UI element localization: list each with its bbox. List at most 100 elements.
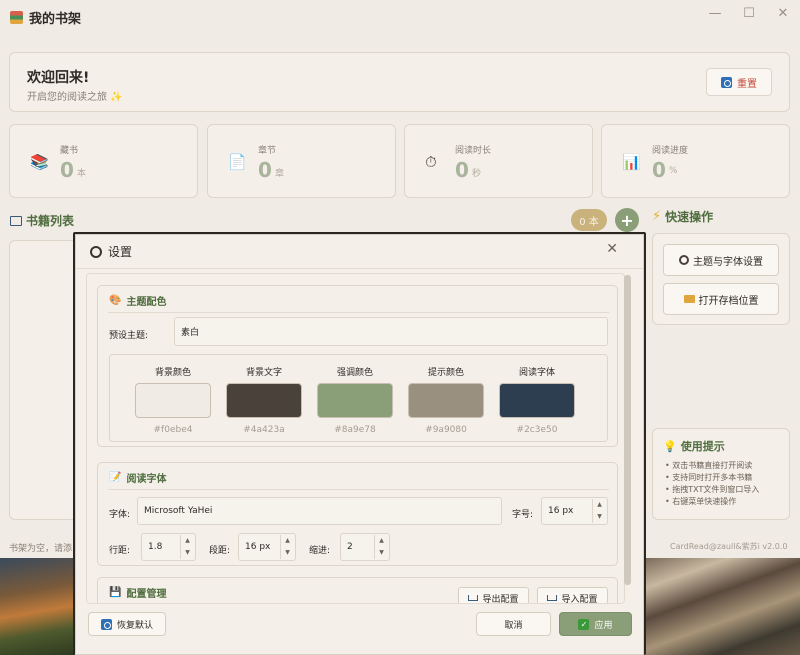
reset-icon [721, 76, 732, 88]
swatch-hex: #8a9e78 [334, 425, 376, 435]
divider [108, 312, 609, 313]
close-window-icon[interactable]: ✕ [776, 6, 790, 21]
spinner-arrows-icon[interactable]: ▲ ▼ [180, 535, 194, 559]
add-book-button[interactable]: + [615, 208, 639, 232]
indent-spinner[interactable]: 2 ▲ ▼ [340, 533, 390, 561]
window-controls: — ☐ ✕ [708, 6, 790, 21]
font-label: 字体: [109, 510, 131, 520]
stat-label: 阅读时长 [455, 146, 492, 156]
stat-card-reading-time: ⏱ 阅读时长 0 秒 [404, 124, 593, 198]
line-spacing-value: 1.8 [148, 542, 163, 552]
dialog-title: 设置 [108, 245, 133, 259]
vertical-scrollbar[interactable] [624, 275, 631, 585]
stat-unit: % [669, 166, 678, 176]
tip-item: 右键菜单快速操作 [665, 496, 759, 508]
spinner-arrows-icon[interactable]: ▲ ▼ [374, 535, 388, 559]
minimize-icon[interactable]: — [708, 6, 722, 21]
books-app-icon [10, 10, 23, 24]
reading-font-section: 📝 阅读字体 字体: Microsoft YaHei 字号: 16 px ▲ ▼ … [97, 462, 618, 566]
checkmark-icon: ✓ [578, 618, 590, 630]
section-header: 🎨 主题配色 [109, 293, 166, 308]
stat-label: 藏书 [60, 146, 79, 156]
stat-value: 0 [652, 158, 666, 182]
quick-actions-panel: 主题与字体设置 打开存档位置 [652, 233, 790, 325]
line-spacing-label: 行距: [109, 546, 131, 556]
tips-list: 双击书籍直接打开阅读 支持同时打开多本书籍 拖拽TXT文件到窗口导入 右键菜单快… [665, 460, 759, 508]
memo-icon: 📝 [109, 472, 122, 483]
welcome-title: 欢迎回来! [27, 70, 90, 86]
status-text: 书架为空，请添 [9, 544, 73, 554]
color-picker-background[interactable] [135, 383, 211, 418]
paragraph-spacing-spinner[interactable]: 16 px ▲ ▼ [238, 533, 296, 561]
section-header: 💾 配置管理 [109, 585, 166, 600]
indent-label: 缩进: [309, 546, 331, 556]
export-config-button[interactable]: 导出配置 [458, 587, 529, 604]
quick-actions-title: 快速操作 [665, 210, 714, 224]
book-count-badge: 0 本 [571, 209, 607, 231]
import-config-button[interactable]: 导入配置 [537, 587, 608, 604]
reset-label: 重置 [737, 78, 757, 90]
settings-dialog: 设置 ✕ 🎨 主题配色 预设主题: 素白 背景颜色 #f0ebe4 背景文字 #… [75, 234, 644, 655]
theme-font-settings-button[interactable]: 主题与字体设置 [663, 244, 779, 276]
stat-label: 章节 [258, 146, 277, 156]
apply-label: 应用 [594, 620, 613, 631]
swatch-label: 背景颜色 [154, 368, 191, 378]
spinner-arrows-icon[interactable]: ▲ ▼ [592, 499, 606, 523]
color-picker-hint[interactable] [408, 383, 484, 418]
import-label: 导入配置 [561, 594, 598, 604]
gear-icon [679, 255, 689, 265]
swatch-hex: #4a423a [243, 425, 285, 435]
color-picker-text[interactable] [226, 383, 302, 418]
restore-defaults-button[interactable]: 恢复默认 [88, 612, 166, 636]
swatch-label: 强调颜色 [336, 368, 373, 378]
open-book-icon [10, 215, 22, 226]
tip-item: 拖拽TXT文件到窗口导入 [665, 484, 759, 496]
document-icon: 📄 [228, 153, 247, 171]
restore-icon [100, 618, 112, 630]
window-title: 我的书架 [29, 11, 82, 27]
font-size-value: 16 px [548, 506, 574, 516]
maximize-icon[interactable]: ☐ [742, 6, 756, 21]
font-size-spinner[interactable]: 16 px ▲ ▼ [541, 497, 608, 525]
stat-label: 阅读进度 [652, 146, 689, 156]
book-list-header: 书籍列表 [10, 212, 74, 229]
stat-value: 0 [258, 158, 272, 182]
stat-unit: 秒 [472, 169, 482, 179]
swatch-hex: #2c3e50 [516, 425, 558, 435]
section-title: 配置管理 [126, 589, 167, 600]
apply-button[interactable]: ✓ 应用 [559, 612, 632, 636]
preset-theme-label: 预设主题: [109, 331, 149, 341]
color-picker-reading-font[interactable] [499, 383, 575, 418]
book-list-title: 书籍列表 [26, 214, 75, 228]
dialog-header: 设置 [90, 243, 132, 260]
reset-button[interactable]: 重置 [706, 68, 772, 96]
gear-icon [90, 245, 102, 258]
open-archive-folder-button[interactable]: 打开存档位置 [663, 283, 779, 315]
cancel-button[interactable]: 取消 [476, 612, 551, 636]
lightning-icon: ⚡ [652, 209, 662, 224]
export-label: 导出配置 [482, 594, 519, 604]
close-icon[interactable]: ✕ [606, 241, 618, 257]
title-bar: 我的书架 — ☐ ✕ [0, 0, 800, 34]
swatch-hex: #9a9080 [425, 425, 467, 435]
stat-card-chapters: 📄 章节 0 章 [207, 124, 396, 198]
welcome-card: 欢迎回来! 开启您的阅读之旅 ✨ 重置 [9, 52, 790, 112]
lightbulb-icon: 💡 [663, 439, 677, 453]
credits-version: CardRead@zaull&紫苏i v2.0.0 [670, 542, 788, 551]
theme-colors-section: 🎨 主题配色 预设主题: 素白 背景颜色 #f0ebe4 背景文字 #4a423… [97, 285, 618, 447]
stat-card-books: 📚 藏书 0 本 [9, 124, 198, 198]
line-spacing-spinner[interactable]: 1.8 ▲ ▼ [141, 533, 196, 561]
color-picker-accent[interactable] [317, 383, 393, 418]
paragraph-spacing-value: 16 px [245, 542, 271, 552]
swatch-hint: 提示颜色 #9a9080 [406, 355, 486, 435]
swatch-background: 背景颜色 #f0ebe4 [133, 355, 213, 435]
preset-theme-select[interactable]: 素白 [174, 317, 608, 346]
palette-icon: 🎨 [109, 295, 122, 306]
indent-value: 2 [347, 542, 353, 552]
spinner-arrows-icon[interactable]: ▲ ▼ [280, 535, 294, 559]
font-family-input[interactable]: Microsoft YaHei [137, 497, 502, 525]
background-photo-left [0, 558, 74, 655]
cancel-label: 取消 [504, 620, 523, 631]
settings-scroll-area[interactable]: 🎨 主题配色 预设主题: 素白 背景颜色 #f0ebe4 背景文字 #4a423… [86, 273, 625, 604]
stat-unit: 本 [77, 169, 87, 179]
